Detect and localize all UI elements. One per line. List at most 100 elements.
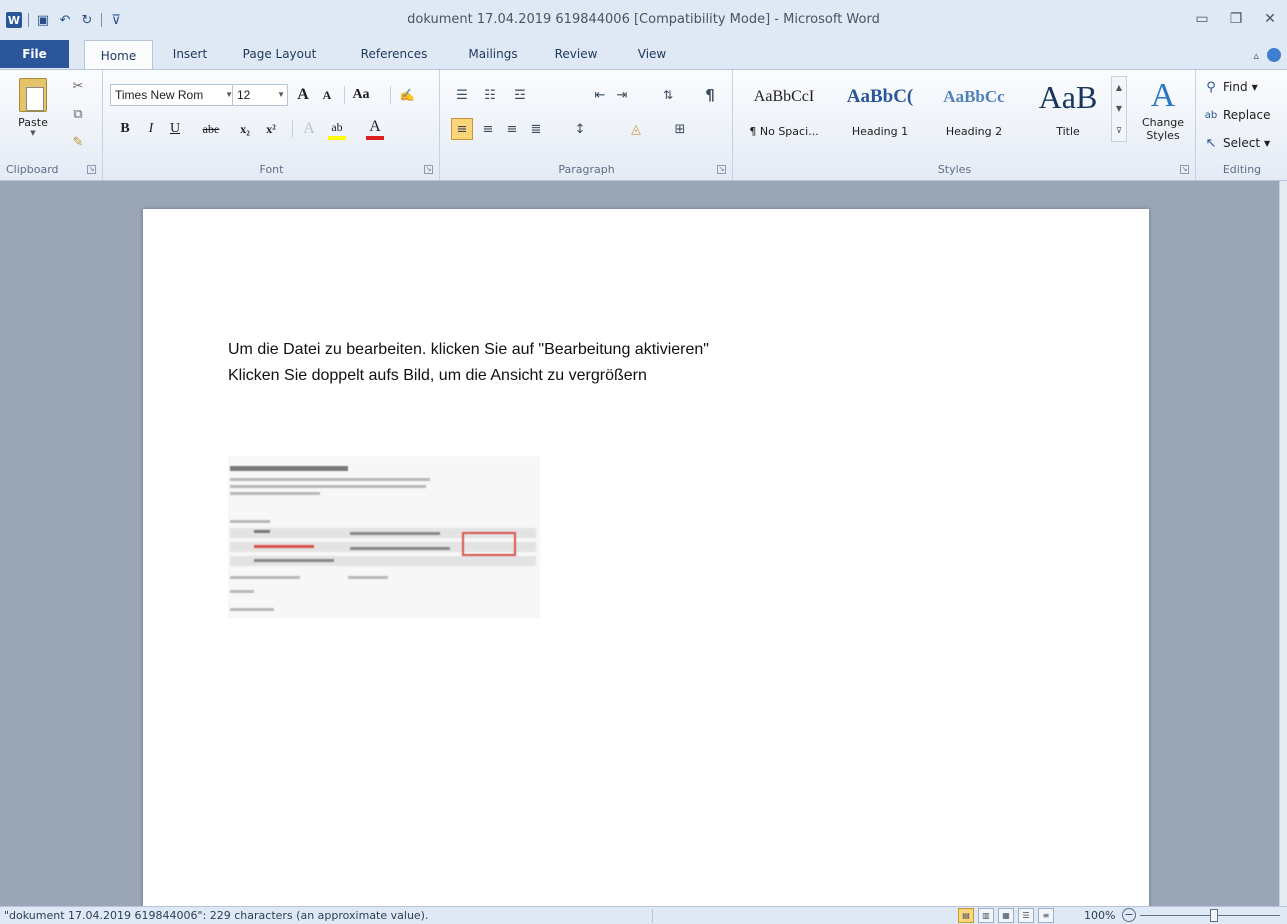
- view-buttons: ▤ ▥ ▦ ☰ ≡: [958, 908, 1054, 923]
- align-left-icon[interactable]: ≡: [451, 118, 473, 140]
- full-screen-reading-icon[interactable]: ▥: [978, 908, 994, 923]
- select-button[interactable]: ↖ Select ▼: [1203, 132, 1271, 154]
- numbering-icon[interactable]: ☷: [481, 84, 499, 106]
- status-bar: "dokument 17.04.2019 619844006": 229 cha…: [0, 906, 1287, 924]
- bullets-icon[interactable]: ☰: [453, 84, 471, 106]
- sort-icon[interactable]: ⇅: [659, 84, 677, 106]
- change-styles-label-1: Change: [1141, 116, 1185, 129]
- help-icon[interactable]: [1267, 48, 1281, 62]
- copy-icon[interactable]: ⧉: [70, 106, 86, 122]
- tab-home[interactable]: Home: [84, 40, 153, 71]
- tab-view[interactable]: View: [624, 40, 680, 68]
- web-layout-icon[interactable]: ▦: [998, 908, 1014, 923]
- embedded-image[interactable]: [228, 456, 540, 618]
- image-detail: [462, 532, 516, 556]
- text-effects-icon[interactable]: A: [300, 118, 318, 140]
- draft-icon[interactable]: ≡: [1038, 908, 1054, 923]
- image-detail: [254, 559, 334, 562]
- document-line-2: Klicken Sie doppelt aufs Bild, um die An…: [228, 367, 647, 384]
- style-no-spacing[interactable]: AaBbCcI ¶ No Spaci...: [738, 76, 830, 142]
- tab-references[interactable]: References: [344, 40, 444, 68]
- line-spacing-icon[interactable]: ↕: [571, 118, 589, 140]
- increase-indent-icon[interactable]: ⇥: [613, 84, 631, 106]
- replace-button[interactable]: ab Replace: [1203, 104, 1271, 126]
- zoom-slider-thumb[interactable]: [1210, 909, 1218, 922]
- tab-page-layout[interactable]: Page Layout: [232, 40, 327, 68]
- cursor-icon: ↖: [1205, 135, 1217, 151]
- zoom-level[interactable]: 100%: [1084, 909, 1115, 922]
- outline-icon[interactable]: ☰: [1018, 908, 1034, 923]
- tab-insert[interactable]: Insert: [160, 40, 220, 68]
- subscript-button[interactable]: x₂: [236, 118, 254, 140]
- clipboard-group: Paste ▼ ✂ ⧉ ✎ Clipboard ↘: [0, 70, 103, 180]
- styles-launcher-icon[interactable]: ↘: [1180, 165, 1189, 174]
- borders-icon[interactable]: ⊞: [671, 118, 689, 140]
- chevron-down-icon: ▼: [1251, 82, 1258, 92]
- image-detail: [230, 485, 426, 488]
- clipboard-launcher-icon[interactable]: ↘: [87, 165, 96, 174]
- align-right-icon[interactable]: ≡: [503, 118, 521, 140]
- italic-button[interactable]: I: [142, 118, 160, 140]
- window-title: dokument 17.04.2019 619844006 [Compatibi…: [407, 12, 880, 27]
- zoom-out-icon[interactable]: −: [1122, 908, 1136, 922]
- chevron-down-icon: ▼: [30, 129, 36, 137]
- image-detail: [230, 466, 348, 471]
- style-heading-2[interactable]: AaBbCc Heading 2: [928, 76, 1020, 142]
- close-icon[interactable]: ✕: [1253, 8, 1287, 30]
- tab-file[interactable]: File: [0, 40, 69, 68]
- change-styles-button[interactable]: A Change Styles: [1128, 76, 1198, 156]
- binoculars-icon: ⚲: [1206, 79, 1216, 95]
- font-family-select[interactable]: Times New Rom ▼: [110, 84, 236, 106]
- multilevel-list-icon[interactable]: ☲: [511, 84, 529, 106]
- tab-review[interactable]: Review: [543, 40, 609, 68]
- image-detail: [254, 545, 314, 548]
- style-title[interactable]: AaB Title: [1022, 76, 1114, 142]
- align-center-icon[interactable]: ≡: [479, 118, 497, 140]
- minimize-icon[interactable]: ▭: [1185, 8, 1219, 30]
- show-formatting-button[interactable]: ¶: [701, 84, 719, 106]
- window-controls: ▭ ❐ ✕: [1185, 8, 1287, 30]
- image-detail: [230, 576, 300, 579]
- grow-font-button[interactable]: A: [294, 84, 312, 106]
- font-launcher-icon[interactable]: ↘: [424, 165, 433, 174]
- format-painter-icon[interactable]: ✎: [70, 134, 86, 150]
- ribbon-tabs: File Home Insert Page Layout References …: [0, 38, 1287, 71]
- print-layout-icon[interactable]: ▤: [958, 908, 974, 923]
- font-color-button[interactable]: A: [366, 118, 384, 140]
- chevron-down-icon: ▼: [277, 90, 285, 99]
- minimize-ribbon-icon[interactable]: ▵: [1253, 49, 1259, 62]
- scroll-up-icon[interactable]: ▲: [1116, 83, 1122, 92]
- tab-mailings[interactable]: Mailings: [455, 40, 531, 68]
- styles-gallery-scroll[interactable]: ▲ ▼ ⊽: [1111, 76, 1127, 142]
- justify-icon[interactable]: ≣: [527, 118, 545, 140]
- style-name: Title: [1056, 125, 1080, 138]
- change-case-button[interactable]: Aa: [352, 84, 370, 106]
- scroll-down-icon[interactable]: ▼: [1116, 104, 1122, 113]
- cut-icon[interactable]: ✂: [70, 78, 86, 94]
- decrease-indent-icon[interactable]: ⇤: [591, 84, 609, 106]
- image-detail: [348, 576, 388, 579]
- font-size-select[interactable]: 12 ▼: [232, 84, 288, 106]
- strikethrough-button[interactable]: abe: [202, 118, 220, 140]
- clear-formatting-icon[interactable]: ✍: [398, 84, 416, 106]
- change-styles-label-2: Styles: [1146, 129, 1180, 142]
- shrink-font-button[interactable]: A: [318, 84, 336, 106]
- find-button[interactable]: ⚲ Find ▼: [1203, 76, 1258, 98]
- style-name: ¶ No Spaci...: [749, 125, 819, 138]
- highlight-button[interactable]: ab: [328, 118, 346, 140]
- document-page[interactable]: Um die Datei zu bearbeiten. klicken Sie …: [143, 209, 1149, 924]
- more-styles-icon[interactable]: ⊽: [1116, 126, 1122, 135]
- styles-group-label: Styles: [937, 163, 972, 176]
- style-preview: AaBbCc: [943, 87, 1005, 106]
- paste-button[interactable]: Paste ▼: [14, 78, 52, 142]
- superscript-button[interactable]: x²: [262, 118, 280, 140]
- vertical-scrollbar[interactable]: [1279, 181, 1287, 906]
- restore-icon[interactable]: ❐: [1219, 8, 1253, 30]
- style-name: Heading 1: [851, 125, 909, 138]
- style-heading-1[interactable]: AaBbC( Heading 1: [834, 76, 926, 142]
- font-group: Times New Rom ▼ 12 ▼ A A Aa ✍ B I U abe …: [104, 70, 440, 180]
- find-label: Find: [1223, 80, 1248, 94]
- bold-button[interactable]: B: [116, 118, 134, 140]
- underline-button[interactable]: U: [166, 118, 184, 140]
- shading-icon[interactable]: ◬: [627, 118, 645, 140]
